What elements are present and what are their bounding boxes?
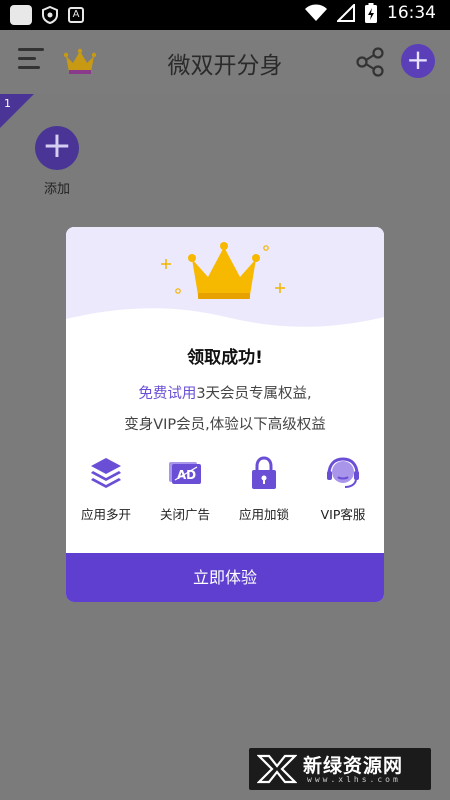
layers-icon <box>91 458 121 488</box>
status-bar: A 16:34 <box>0 0 450 30</box>
headset-icon <box>327 457 359 488</box>
feature-app-lock: 应用加锁 <box>224 455 304 523</box>
add-app-button[interactable]: + <box>35 126 79 170</box>
signal-icon <box>337 4 355 22</box>
corner-badge-number: 1 <box>4 97 11 110</box>
shield-icon <box>42 6 58 24</box>
feature-label: VIP客服 <box>320 507 366 522</box>
app-bar: 微双开分身 + <box>0 30 450 94</box>
feature-list: 应用多开 AD 关闭广告 应用加锁 VIP客服 <box>66 455 384 525</box>
status-time: 16:34 <box>387 3 436 23</box>
feature-no-ads: AD 关闭广告 <box>145 455 225 523</box>
feature-label: 应用多开 <box>80 507 131 522</box>
watermark-url: www.xlhs.com <box>307 775 401 784</box>
trial-highlight: 免费试用 <box>138 386 197 402</box>
try-now-button[interactable]: 立即体验 <box>66 553 384 602</box>
watermark-logo-icon <box>257 754 297 784</box>
wifi-icon <box>305 4 327 21</box>
feature-label: 关闭广告 <box>159 507 210 522</box>
dialog-description-2: 变身VIP会员,体验以下高级权益 <box>124 417 326 433</box>
watermark-text: 新绿资源网 <box>303 755 404 777</box>
feature-multi-open: 应用多开 <box>66 455 146 523</box>
watermark: 新绿资源网 www.xlhs.com <box>249 748 431 790</box>
ad-block-icon: AD <box>169 462 201 484</box>
feature-label: 应用加锁 <box>238 507 289 522</box>
add-app-label: 添加 <box>43 182 70 197</box>
a-badge-icon: A <box>68 7 84 23</box>
trial-text: 3天会员专属权益, <box>196 386 312 402</box>
add-button[interactable]: + <box>401 44 435 78</box>
svg-text:AD: AD <box>177 468 196 482</box>
crown-icon <box>161 242 285 299</box>
lock-icon <box>252 456 276 489</box>
dialog-description-1: 免费试用3天会员专属权益, <box>66 382 384 403</box>
battery-charging-icon <box>365 3 377 23</box>
share-icon[interactable] <box>355 47 385 77</box>
app-square-icon <box>10 5 32 25</box>
feature-vip-support: VIP客服 <box>303 455 383 523</box>
vip-dialog: 领取成功! 免费试用3天会员专属权益, 变身VIP会员,体验以下高级权益 应用多… <box>66 227 384 602</box>
dialog-title: 领取成功! <box>187 348 263 368</box>
